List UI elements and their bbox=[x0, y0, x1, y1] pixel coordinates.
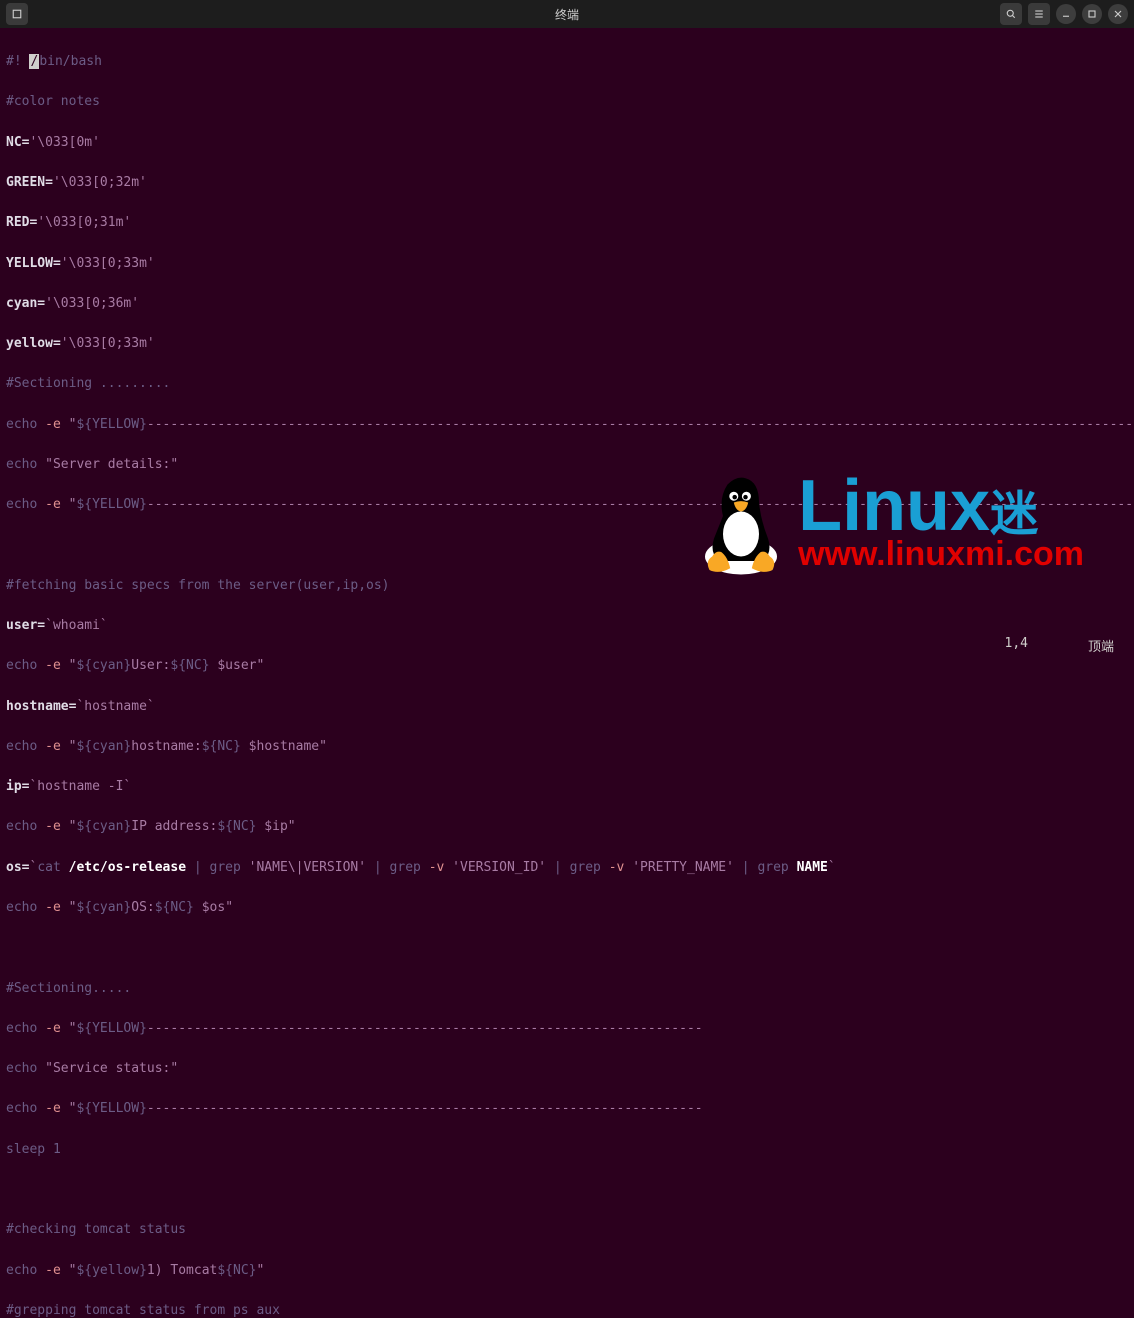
titlebar: 终端 bbox=[0, 0, 1134, 28]
code-line: echo -e "${cyan}User:${NC} $user" bbox=[6, 656, 1128, 676]
close-button[interactable] bbox=[1108, 4, 1128, 24]
code-line: yellow='\033[0;33m' bbox=[6, 334, 1128, 354]
code-line: ip=`hostname -I` bbox=[6, 777, 1128, 797]
cursor: / bbox=[29, 54, 39, 69]
code-line: YELLOW='\033[0;33m' bbox=[6, 254, 1128, 274]
minimize-button[interactable] bbox=[1056, 4, 1076, 24]
scroll-position: 顶端 bbox=[1088, 636, 1114, 655]
new-tab-button[interactable] bbox=[6, 3, 28, 25]
code-line: GREEN='\033[0;32m' bbox=[6, 173, 1128, 193]
cursor-position: 1,4 bbox=[1005, 636, 1028, 655]
menu-button[interactable] bbox=[1028, 3, 1050, 25]
vim-status-line: 1,4 顶端 bbox=[0, 636, 1134, 655]
code-line bbox=[6, 938, 1128, 958]
code-line: cyan='\033[0;36m' bbox=[6, 294, 1128, 314]
terminal-content[interactable]: #! /bin/bash #color notes NC='\033[0m' G… bbox=[0, 28, 1134, 1318]
code-line: echo -e "${YELLOW}----------------------… bbox=[6, 415, 1128, 435]
code-line bbox=[6, 536, 1128, 556]
code-line: echo -e "${cyan}hostname:${NC} $hostname… bbox=[6, 737, 1128, 757]
code-line: echo -e "${YELLOW}----------------------… bbox=[6, 1019, 1128, 1039]
code-line: os=`cat /etc/os-release | grep 'NAME\|VE… bbox=[6, 858, 1128, 878]
code-line: #grepping tomcat status from ps aux bbox=[6, 1301, 1128, 1318]
code-line: echo -e "${yellow}1) Tomcat${NC}" bbox=[6, 1261, 1128, 1281]
code-line: echo "Service status:" bbox=[6, 1059, 1128, 1079]
maximize-button[interactable] bbox=[1082, 4, 1102, 24]
code-line: sleep 1 bbox=[6, 1140, 1128, 1160]
window-title: 终端 bbox=[555, 6, 579, 23]
code-line: echo -e "${cyan}IP address:${NC} $ip" bbox=[6, 817, 1128, 837]
code-line: #! /bin/bash bbox=[6, 52, 1128, 72]
code-line: #Sectioning..... bbox=[6, 979, 1128, 999]
code-line: echo "Server details:" bbox=[6, 455, 1128, 475]
code-line: NC='\033[0m' bbox=[6, 133, 1128, 153]
code-line bbox=[6, 1180, 1128, 1200]
search-button[interactable] bbox=[1000, 3, 1022, 25]
code-line: #Sectioning ......... bbox=[6, 374, 1128, 394]
code-line: #color notes bbox=[6, 92, 1128, 112]
code-line: RED='\033[0;31m' bbox=[6, 213, 1128, 233]
code-line: #fetching basic specs from the server(us… bbox=[6, 576, 1128, 596]
code-line: user=`whoami` bbox=[6, 616, 1128, 636]
code-line: echo -e "${YELLOW}----------------------… bbox=[6, 495, 1128, 515]
code-line: #checking tomcat status bbox=[6, 1220, 1128, 1240]
code-line: echo -e "${cyan}OS:${NC} $os" bbox=[6, 898, 1128, 918]
code-line: echo -e "${YELLOW}----------------------… bbox=[6, 1099, 1128, 1119]
code-line: hostname=`hostname` bbox=[6, 697, 1128, 717]
